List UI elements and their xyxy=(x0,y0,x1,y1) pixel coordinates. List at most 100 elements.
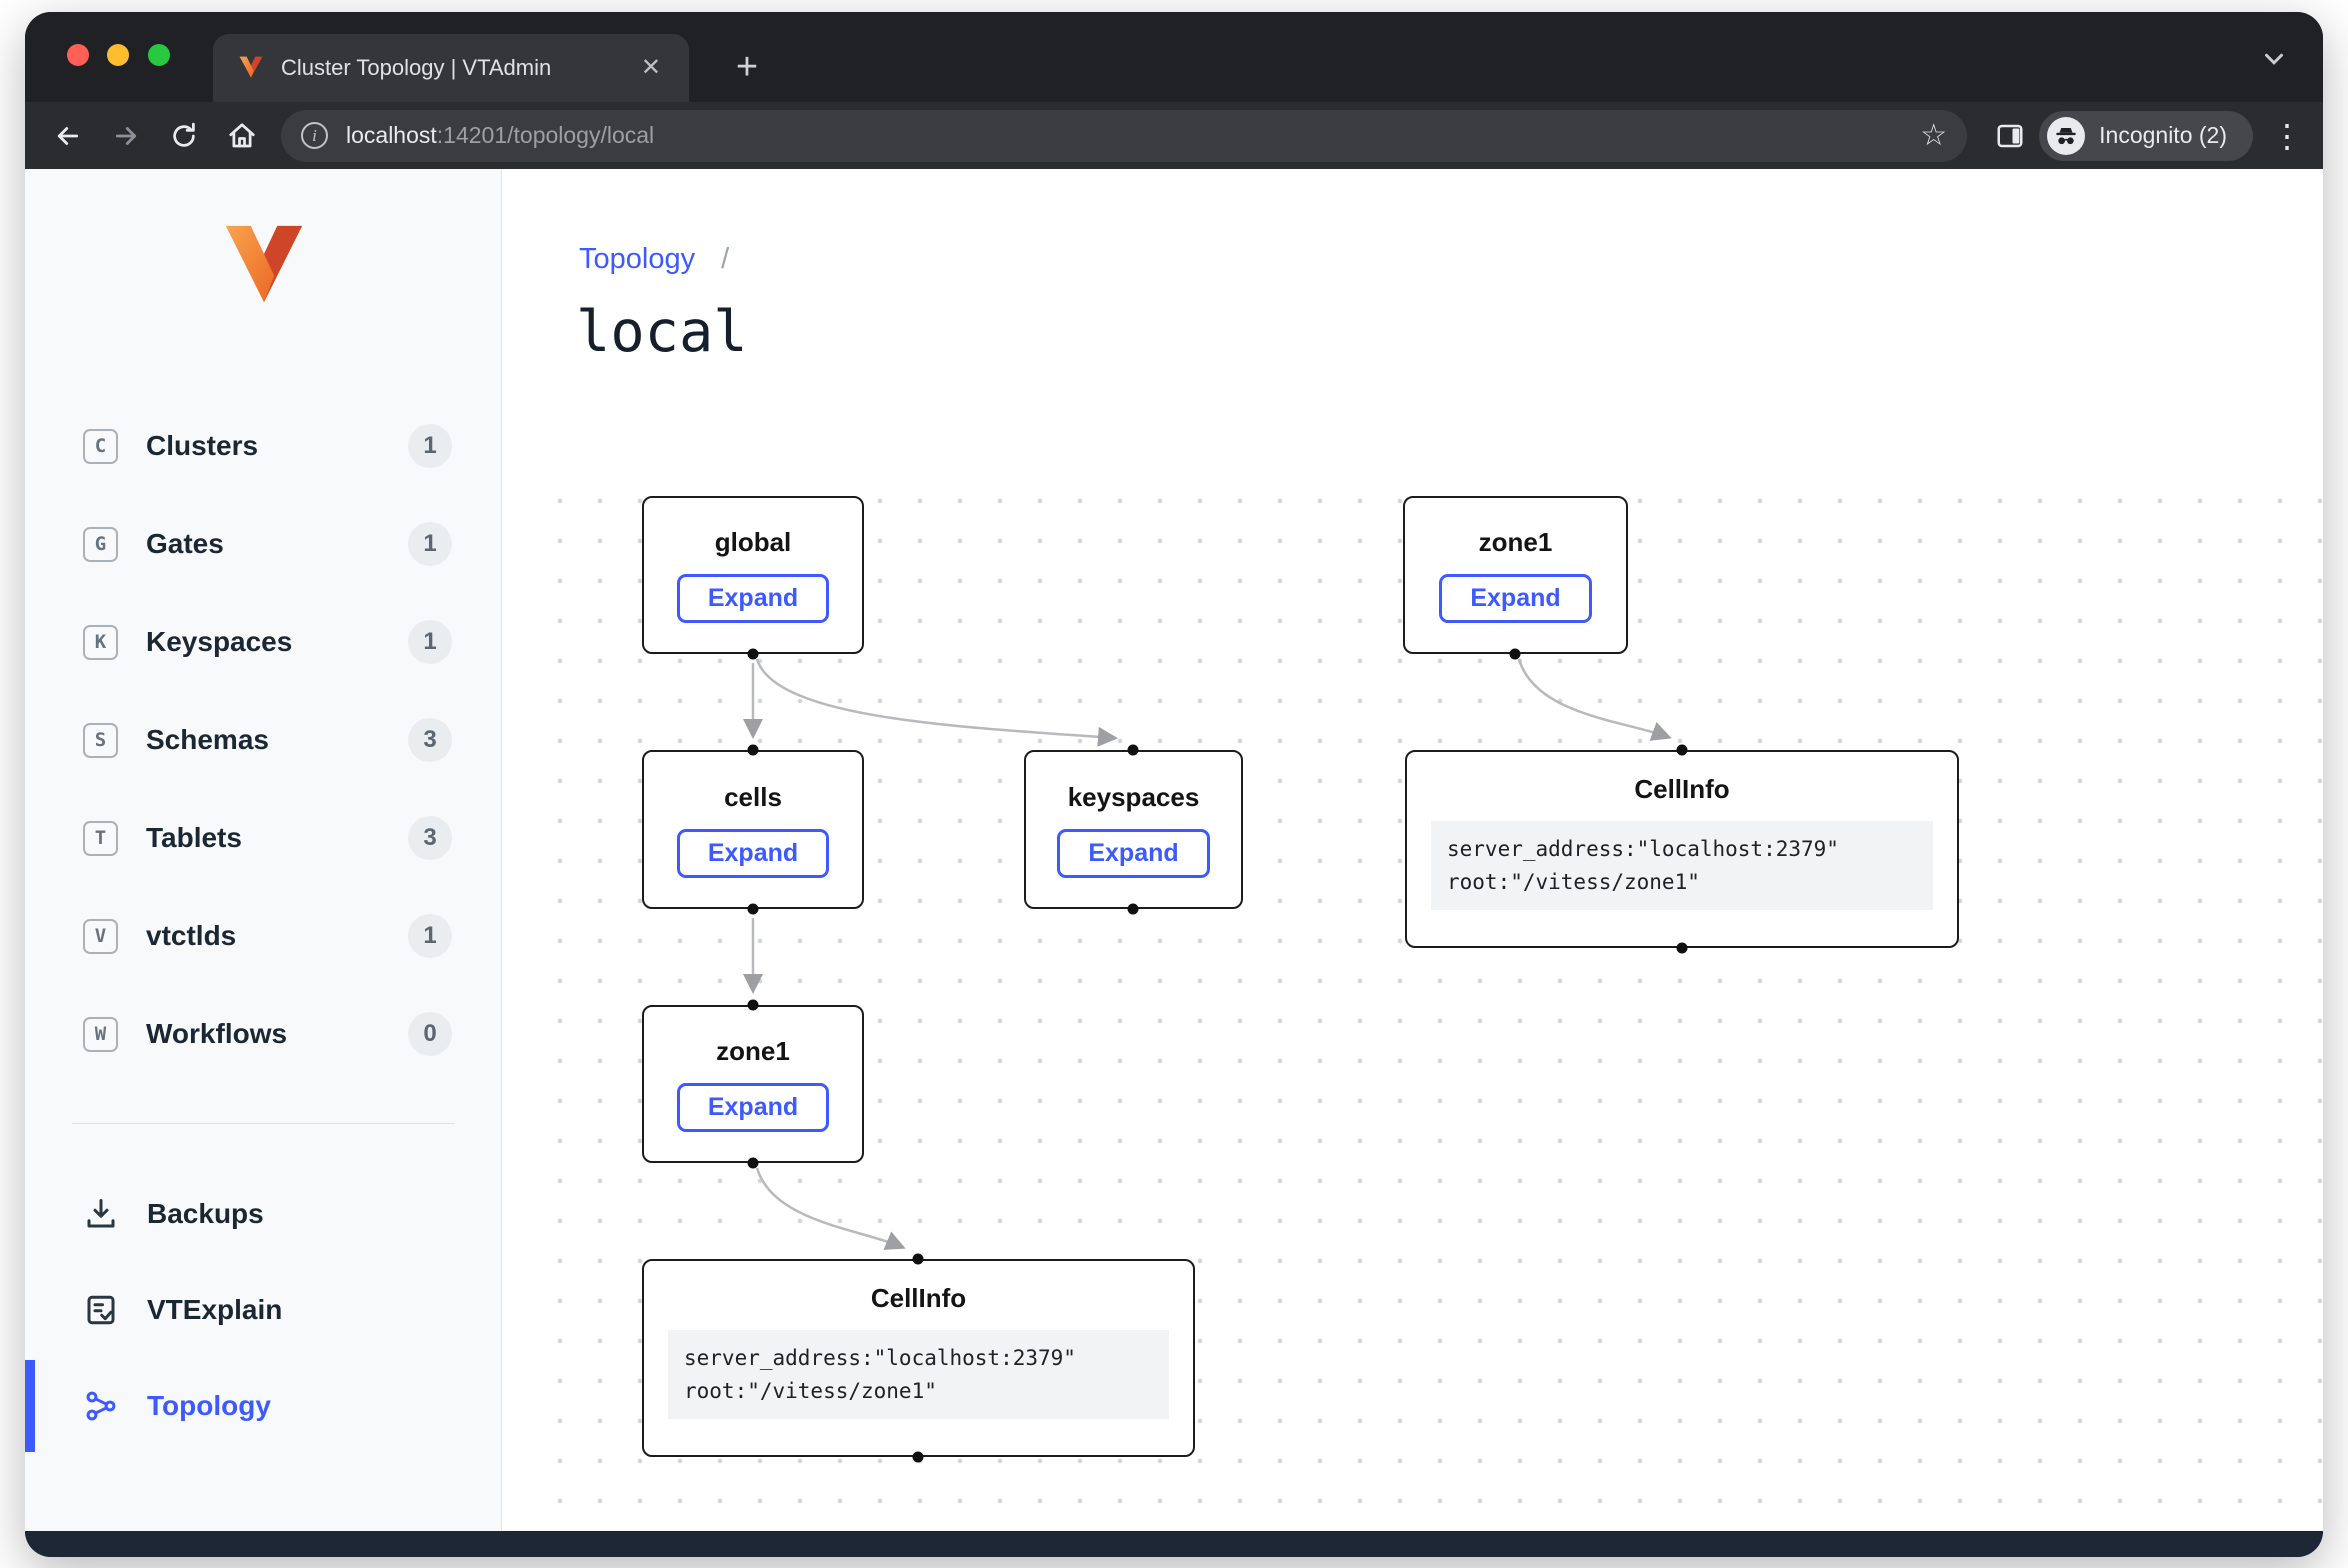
url-path: :14201/topology/local xyxy=(437,122,654,148)
sidebar-item-label: Schemas xyxy=(146,724,269,756)
schemas-icon: S xyxy=(83,723,118,758)
footer-bar xyxy=(25,1531,2323,1557)
handle-cellinfo-bottom-bottom xyxy=(913,1452,924,1463)
page-info-icon[interactable]: i xyxy=(301,122,328,149)
sidebar-item-label: Keyspaces xyxy=(146,626,292,658)
topology-icon xyxy=(83,1388,119,1424)
node-cells[interactable]: cells Expand xyxy=(642,750,864,909)
handle-cellinfo-bottom-top xyxy=(913,1254,924,1265)
handle-zone1-top-bottom xyxy=(1510,649,1521,660)
count-badge: 1 xyxy=(408,620,452,664)
sidebar-item-label: Tablets xyxy=(146,822,242,854)
browser-window: Cluster Topology | VTAdmin ✕ + xyxy=(25,12,2323,1557)
handle-global-bottom xyxy=(748,649,759,660)
handle-cellinfo-right-bottom xyxy=(1677,943,1688,954)
sidebar-item-label: Backups xyxy=(147,1198,264,1230)
breadcrumb-separator: / xyxy=(721,243,729,275)
node-zone1-top[interactable]: zone1 Expand xyxy=(1403,496,1628,654)
expand-button-keyspaces[interactable]: Expand xyxy=(1057,829,1209,878)
incognito-badge[interactable]: Incognito (2) xyxy=(2039,111,2253,161)
handle-zone1-bottom-top xyxy=(748,1000,759,1011)
count-badge: 1 xyxy=(408,522,452,566)
url-host: localhost xyxy=(346,122,437,148)
handle-keyspaces-bottom xyxy=(1128,904,1139,915)
expand-button-zone1-top[interactable]: Expand xyxy=(1439,574,1591,623)
handle-keyspaces-top xyxy=(1128,745,1139,756)
node-keyspaces[interactable]: keyspaces Expand xyxy=(1024,750,1243,909)
cellinfo-code-block: server_address:"localhost:2379"root:"/vi… xyxy=(668,1330,1169,1419)
reload-button[interactable] xyxy=(155,110,213,162)
expand-button-zone1-bottom[interactable]: Expand xyxy=(677,1083,829,1132)
sidebar-divider xyxy=(72,1123,455,1124)
keyspaces-icon: K xyxy=(83,625,118,660)
node-title: cells xyxy=(724,782,782,813)
node-global[interactable]: global Expand xyxy=(642,496,864,654)
vtexplain-icon xyxy=(83,1292,119,1328)
sidebar-item-tablets[interactable]: T Tablets 3 xyxy=(25,789,501,887)
handle-cells-top xyxy=(748,745,759,756)
count-badge: 3 xyxy=(408,718,452,762)
clusters-icon: C xyxy=(83,429,118,464)
breadcrumb-topology-link[interactable]: Topology xyxy=(579,243,695,275)
incognito-icon xyxy=(2047,117,2085,155)
code-line: root:"/vitess/zone1" xyxy=(1447,866,1917,899)
node-title: zone1 xyxy=(1479,527,1553,558)
sidebar-item-clusters[interactable]: C Clusters 1 xyxy=(25,397,501,495)
sidebar-item-label: VTExplain xyxy=(147,1294,282,1326)
vtadmin-app: C Clusters 1 G Gates 1 K Keyspaces 1 S S… xyxy=(25,169,2323,1531)
main-content: Topology / local xyxy=(502,169,2323,1531)
sidebar-item-vtctlds[interactable]: V vtctlds 1 xyxy=(25,887,501,985)
url-text: localhost:14201/topology/local xyxy=(346,122,1920,149)
handle-cells-bottom xyxy=(748,904,759,915)
bookmark-star-icon[interactable]: ☆ xyxy=(1920,118,1947,153)
back-button[interactable] xyxy=(39,110,97,162)
node-title: CellInfo xyxy=(1634,774,1729,805)
handle-cellinfo-right-top xyxy=(1677,745,1688,756)
sidebar-item-gates[interactable]: G Gates 1 xyxy=(25,495,501,593)
sidebar-item-schemas[interactable]: S Schemas 3 xyxy=(25,691,501,789)
expand-button-cells[interactable]: Expand xyxy=(677,829,829,878)
code-line: server_address:"localhost:2379" xyxy=(684,1342,1153,1375)
forward-button[interactable] xyxy=(97,110,155,162)
sidebar-item-label: Workflows xyxy=(146,1018,287,1050)
sidebar-item-vtexplain[interactable]: VTExplain xyxy=(25,1262,501,1358)
code-line: root:"/vitess/zone1" xyxy=(684,1375,1153,1408)
home-button[interactable] xyxy=(213,110,271,162)
browser-tab[interactable]: Cluster Topology | VTAdmin ✕ xyxy=(213,34,689,102)
browser-menu-icon[interactable]: ⋮ xyxy=(2263,117,2311,155)
count-badge: 3 xyxy=(408,816,452,860)
tab-strip: Cluster Topology | VTAdmin ✕ + xyxy=(25,12,2323,102)
node-cellinfo-right[interactable]: CellInfo server_address:"localhost:2379"… xyxy=(1405,750,1959,948)
new-tab-button[interactable]: + xyxy=(725,48,769,92)
node-title: global xyxy=(715,527,792,558)
vitess-logo[interactable] xyxy=(217,215,311,319)
count-badge: 1 xyxy=(408,914,452,958)
topology-graph-canvas[interactable]: global Expand zone1 Expand cells Expand … xyxy=(530,467,2323,1531)
window-close-button[interactable] xyxy=(67,44,89,66)
sidebar-nav: C Clusters 1 G Gates 1 K Keyspaces 1 S S… xyxy=(25,397,501,1083)
tab-close-icon[interactable]: ✕ xyxy=(637,52,665,84)
active-nav-indicator xyxy=(25,1360,35,1452)
gates-icon: G xyxy=(83,527,118,562)
sidebar-item-label: Gates xyxy=(146,528,224,560)
url-bar[interactable]: i localhost:14201/topology/local ☆ xyxy=(281,110,1967,162)
expand-button-global[interactable]: Expand xyxy=(677,574,829,623)
sidebar-item-backups[interactable]: Backups xyxy=(25,1166,501,1262)
cellinfo-code-block: server_address:"localhost:2379"root:"/vi… xyxy=(1431,821,1933,910)
breadcrumb: Topology / xyxy=(579,243,729,276)
sidebar-item-keyspaces[interactable]: K Keyspaces 1 xyxy=(25,593,501,691)
side-panel-button[interactable] xyxy=(1981,110,2039,162)
window-zoom-button[interactable] xyxy=(148,44,170,66)
sidebar: C Clusters 1 G Gates 1 K Keyspaces 1 S S… xyxy=(25,169,502,1531)
browser-toolbar: i localhost:14201/topology/local ☆ Incog… xyxy=(25,102,2323,169)
sidebar-item-topology[interactable]: Topology xyxy=(25,1358,501,1454)
tab-search-chevron-icon[interactable] xyxy=(2259,44,2289,79)
incognito-label: Incognito (2) xyxy=(2099,122,2227,149)
node-cellinfo-bottom[interactable]: CellInfo server_address:"localhost:2379"… xyxy=(642,1259,1195,1457)
backups-icon xyxy=(83,1196,119,1232)
sidebar-item-label: vtctlds xyxy=(146,920,236,952)
node-zone1-bottom[interactable]: zone1 Expand xyxy=(642,1005,864,1163)
node-title: CellInfo xyxy=(871,1283,966,1314)
sidebar-item-workflows[interactable]: W Workflows 0 xyxy=(25,985,501,1083)
window-minimize-button[interactable] xyxy=(107,44,129,66)
